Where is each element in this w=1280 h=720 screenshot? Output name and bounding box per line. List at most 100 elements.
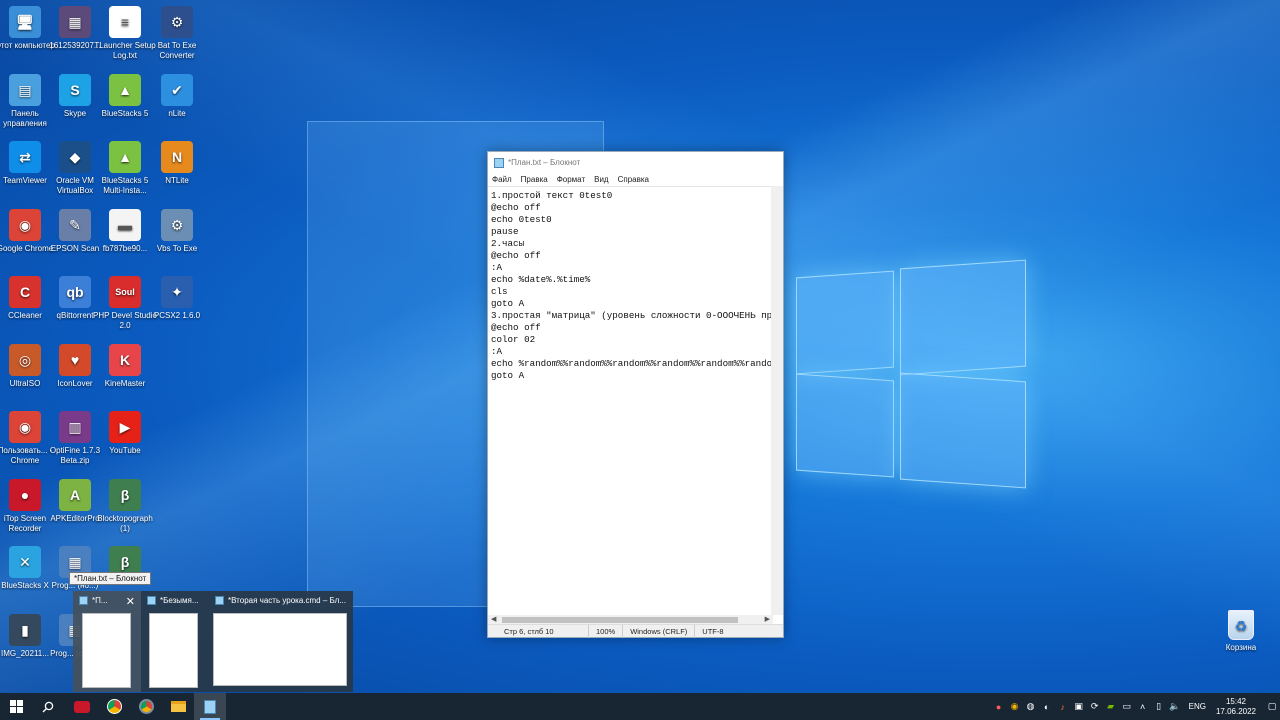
text-line: echo %date%.%time% [491, 274, 591, 285]
desktop-icon-image: ▦ [59, 6, 91, 38]
status-line-endings: Windows (CRLF) [622, 624, 694, 638]
tray-volume-icon[interactable]: 🔈 [1168, 700, 1182, 714]
tray-screen-capture-icon[interactable]: ▣ [1072, 700, 1086, 714]
text-line: echo 0test0 [491, 214, 552, 225]
desktop-icon-image: 🖥 [9, 6, 41, 38]
desktop-icon-image: ✕ [9, 546, 41, 578]
desktop-icon-image: N [161, 141, 193, 173]
taskbar-notepad[interactable] [194, 693, 226, 720]
desktop-icon-image: ⇄ [9, 141, 41, 173]
tray-sync-icon[interactable]: ⟳ [1088, 700, 1102, 714]
text-line: @echo off [491, 250, 541, 261]
desktop-icon-image: S [59, 73, 91, 106]
desktop-icon-label: Vbs To Exe [156, 243, 198, 253]
tray-steam-icon[interactable]: ◐ [1040, 700, 1054, 714]
desktop-icon[interactable]: ⚙ Bat To Exe Converter [144, 2, 210, 66]
menu-format[interactable]: Формат [557, 175, 585, 184]
vertical-scrollbar[interactable] [771, 186, 783, 615]
thumbnail-preview [213, 613, 347, 686]
status-encoding: UTF-8 [694, 624, 730, 638]
tray-chrome-icon[interactable]: ◉ [1008, 700, 1022, 714]
notepad-icon [215, 596, 224, 605]
desktop-icon[interactable]: K KineMaster [92, 340, 158, 404]
notepad-icon [79, 596, 88, 605]
tray-chevron-up-icon[interactable]: ˄ [1136, 700, 1150, 714]
menu-help[interactable]: Справка [618, 175, 649, 184]
desktop-icon[interactable]: ▶ YouTube [92, 407, 158, 471]
desktop-icon[interactable]: β Blocktopograph (1) [92, 475, 158, 539]
notepad-icon [494, 157, 504, 168]
taskbar-itop-recorder[interactable] [66, 693, 98, 720]
text-line: 3.простая "матрица" (уровень сложности 0… [491, 310, 773, 321]
notepad-status-bar: Стр 6, стлб 10 100% Windows (CRLF) UTF-8 [488, 624, 783, 638]
tray-display-icon[interactable]: ▭ [1120, 700, 1134, 714]
text-line: 1.простой текст 0test0 [491, 190, 613, 201]
tray-recorder-icon[interactable]: ● [992, 700, 1006, 714]
desktop-icon-image: ◉ [9, 411, 41, 443]
notepad-title-bar[interactable]: *План.txt – Блокнот [488, 152, 783, 173]
taskbar-thumbnail-popup: *П... ✕ *Безымя... *Вторая часть урока.c… [73, 591, 353, 692]
notepad-icon [204, 699, 216, 714]
taskbar-tooltip: *План.txt – Блокнот [69, 572, 152, 585]
desktop-icon-label: PCSX2 1.6.0 [153, 311, 201, 320]
text-line: 2.часы [491, 238, 525, 249]
menu-file[interactable]: Файл [492, 175, 512, 184]
notepad-title: *План.txt – Блокнот [508, 158, 581, 167]
search-icon [42, 701, 54, 712]
desktop-icon[interactable]: ✔ nLite [144, 70, 210, 134]
notepad-icon [147, 596, 156, 605]
thumbnail-untitled[interactable]: *Безымя... [141, 591, 209, 692]
desktop-icon-image: ✎ [59, 208, 91, 241]
notification-center-icon[interactable]: ▢ [1265, 700, 1279, 714]
clock[interactable]: 15:42 17.06.2022 [1216, 697, 1256, 717]
notepad-window[interactable]: *План.txt – Блокнот Файл Правка Формат В… [487, 151, 784, 638]
desktop-icon-image: ▬ [109, 208, 141, 241]
desktop-icon-image: ≡ [109, 6, 141, 38]
desktop-icon-image: ▮ [9, 613, 41, 646]
text-line: echo %random%%random%%random%%random%%ra… [491, 358, 773, 369]
notepad-text-area[interactable]: 1.простой текст 0test0 @echo off echo 0tes… [488, 186, 773, 615]
tray-network-globe-icon[interactable]: ◍ [1024, 700, 1038, 714]
text-line: cls [491, 286, 508, 297]
taskbar-chrome[interactable] [98, 693, 130, 720]
horizontal-scroll-thumb[interactable] [502, 617, 738, 623]
recycle-bin[interactable]: ♻ Корзина [1216, 610, 1266, 652]
chrome-icon [106, 699, 122, 714]
start-button[interactable] [0, 693, 32, 720]
thumbnail-lesson-cmd[interactable]: *Вторая часть урока.cmd – Бл... [209, 591, 353, 692]
desktop-icon-image: ⚙ [161, 208, 193, 241]
scroll-left-icon[interactable]: ◀ [491, 615, 496, 623]
tray-nvidia-icon[interactable]: ▰ [1104, 700, 1118, 714]
desktop-icon-image: ◎ [9, 343, 41, 376]
search-button[interactable] [32, 693, 64, 720]
desktop-icon[interactable]: ⚙ Vbs To Exe [144, 205, 210, 269]
desktop-icon-image: ● [9, 478, 41, 511]
close-icon[interactable]: ✕ [126, 595, 135, 608]
windows-wallpaper-logo [796, 256, 1028, 492]
desktop-icon-label: KineMaster [104, 378, 146, 388]
text-line: pause [491, 226, 519, 237]
desktop-icon[interactable]: ✦ PCSX2 1.6.0 [144, 272, 210, 336]
menu-view[interactable]: Вид [594, 175, 608, 184]
language-indicator[interactable]: ENG [1189, 702, 1206, 711]
taskbar-file-explorer[interactable] [162, 693, 194, 720]
tray-audio-driver-icon[interactable]: ♪ [1056, 700, 1070, 714]
desktop-icon-image: qb [59, 276, 91, 308]
desktop-icon-image: ▲ [109, 141, 141, 173]
taskbar-chrome-profile[interactable] [130, 693, 162, 720]
windows-logo-icon [9, 700, 23, 713]
text-line: @echo off [491, 202, 541, 213]
scroll-right-icon[interactable]: ▶ [765, 615, 770, 623]
desktop-icon[interactable]: N NTLite [144, 137, 210, 201]
thumbnail-plan[interactable]: *П... ✕ [73, 591, 141, 692]
notepad-menu-bar: Файл Правка Формат Вид Справка [488, 173, 783, 186]
desktop-icon-image: ⚙ [161, 6, 193, 38]
menu-edit[interactable]: Правка [521, 175, 548, 184]
text-line: goto A [491, 298, 525, 309]
thumbnail-title: *Вторая часть урока.cmd – Бл... [228, 596, 346, 605]
desktop-icon-label: YouTube [109, 446, 141, 455]
desktop-icon-image: K [109, 343, 141, 376]
recycle-bin-icon: ♻ [1228, 610, 1254, 640]
text-line: :A [491, 262, 503, 273]
tray-network-icon[interactable]: ▯ [1152, 700, 1166, 714]
